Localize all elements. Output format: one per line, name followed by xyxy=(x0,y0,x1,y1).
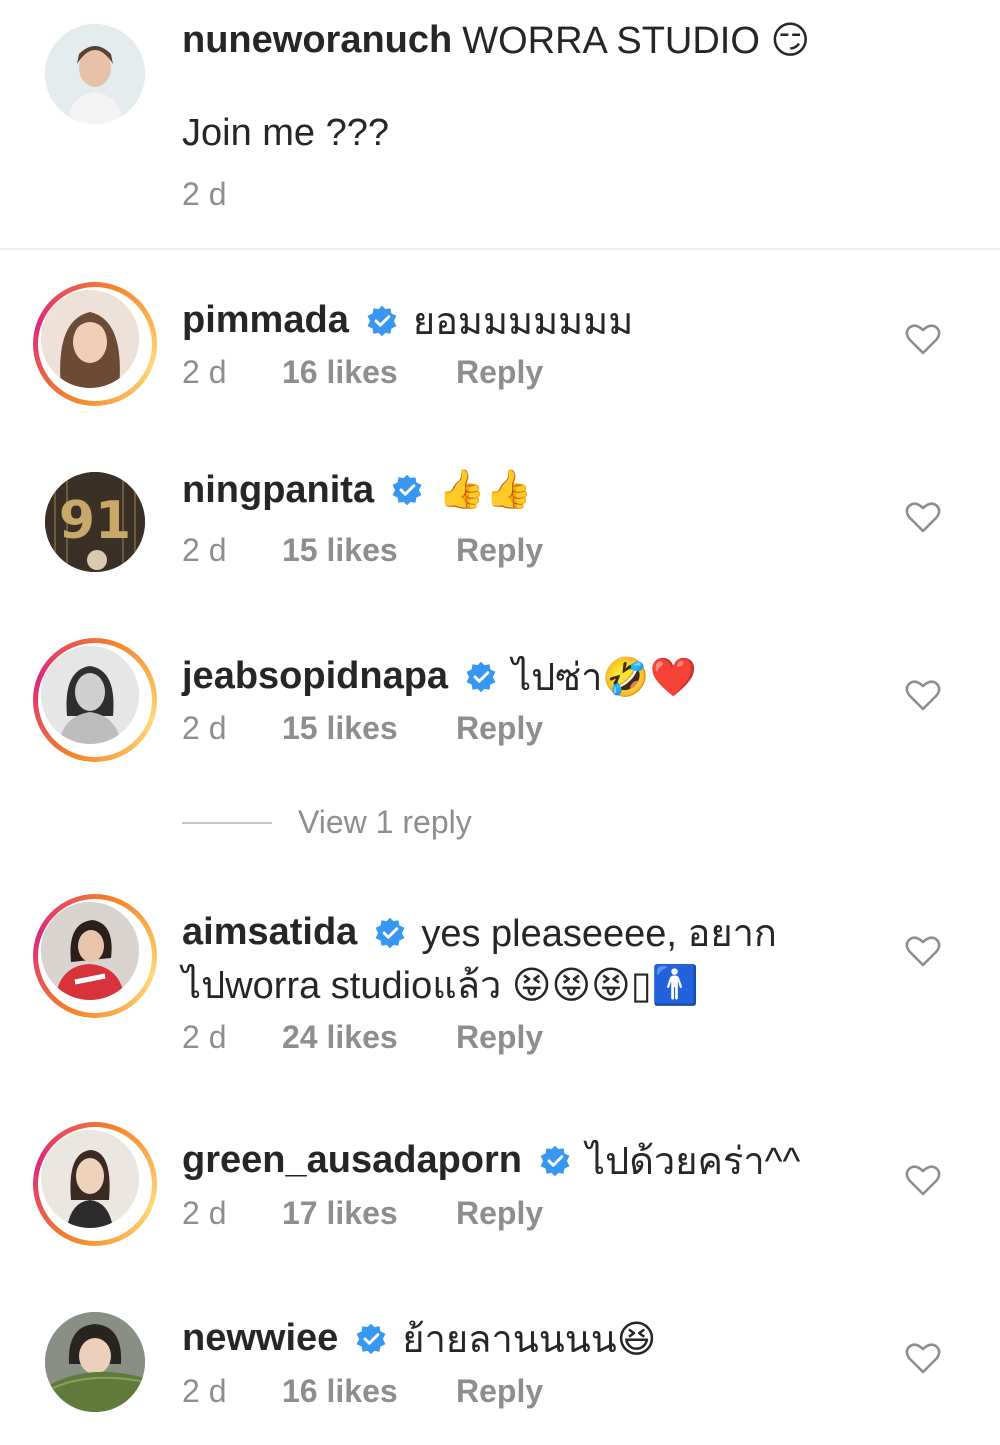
comment-line: green_ausadaporn ไปด้วยคร่า^^ xyxy=(182,1130,800,1191)
comment-time: 2 d xyxy=(182,1195,227,1231)
caption-line-2: Join me ??? xyxy=(182,112,389,155)
comment-time: 2 d xyxy=(182,1019,227,1055)
likes-count[interactable]: 24 likes xyxy=(282,1019,456,1056)
verified-badge-icon xyxy=(392,474,422,506)
comment-username[interactable]: pimmada xyxy=(182,299,349,342)
comment-time: 2 d xyxy=(182,710,227,746)
avatar[interactable] xyxy=(33,638,157,762)
reply-button[interactable]: Reply xyxy=(456,1195,543,1232)
comment-meta: 2 d 17 likes Reply xyxy=(182,1195,543,1232)
divider xyxy=(0,248,1000,250)
comment-text: ยอมมมมมมม xyxy=(412,301,634,343)
reply-button[interactable]: Reply xyxy=(456,532,543,569)
comment-meta: 2 d 15 likes Reply xyxy=(182,532,543,569)
caption-line: nuneworanuch WORRA STUDIO 😏 xyxy=(182,18,810,63)
verified-badge-icon xyxy=(356,1323,386,1354)
avatar[interactable] xyxy=(33,282,157,406)
likes-count[interactable]: 15 likes xyxy=(282,710,456,747)
avatar-photo xyxy=(41,1130,139,1228)
comment-text: 👍👍 xyxy=(438,469,533,511)
reply-button[interactable]: Reply xyxy=(456,710,543,747)
reply-button[interactable]: Reply xyxy=(456,1019,543,1056)
verified-badge-icon xyxy=(367,305,397,336)
likes-count[interactable]: 17 likes xyxy=(282,1195,456,1232)
comment-meta: 2 d 16 likes Reply xyxy=(182,354,543,391)
verified-badge-icon xyxy=(466,661,496,692)
avatar[interactable] xyxy=(33,1122,157,1246)
comment-line: jeabsopidnapa ไปซ่า🤣❤️ xyxy=(182,646,697,707)
avatar-photo xyxy=(41,290,139,388)
comment-text: ย้ายลานนนน😆 xyxy=(402,1319,657,1361)
caption-text-2: Join me ??? xyxy=(182,112,390,154)
likes-count[interactable]: 16 likes xyxy=(282,1373,456,1410)
heart-outline-icon[interactable] xyxy=(905,935,941,967)
comment-meta: 2 d 16 likes Reply xyxy=(182,1373,543,1410)
caption-text: WORRA STUDIO 😏 xyxy=(462,20,811,62)
comment-username[interactable]: aimsatida xyxy=(182,911,357,954)
comment-text-2: ไปworra studioแล้ว 😝😝😝▯🚹 xyxy=(182,965,699,1007)
svg-text:91: 91 xyxy=(59,491,131,551)
comment-text: ไปด้วยคร่า^^ xyxy=(586,1141,801,1183)
likes-count[interactable]: 16 likes xyxy=(282,354,456,391)
comment-meta: 2 d 15 likes Reply xyxy=(182,710,543,747)
avatar-photo xyxy=(41,646,139,744)
verified-badge-icon xyxy=(375,917,405,948)
avatar[interactable] xyxy=(45,1312,145,1412)
avatar[interactable] xyxy=(33,894,157,1018)
reply-button[interactable]: Reply xyxy=(456,354,543,391)
comment-time: 2 d xyxy=(182,354,227,390)
comment-time: 2 d xyxy=(182,532,227,568)
caption-meta: 2 d xyxy=(182,176,226,213)
comment-username[interactable]: newwiee xyxy=(182,1317,338,1360)
comment-meta: 2 d 24 likes Reply xyxy=(182,1019,543,1056)
avatar-photo xyxy=(45,24,145,124)
comment-text: ไปซ่า🤣❤️ xyxy=(512,657,698,699)
heart-outline-icon[interactable] xyxy=(905,1342,941,1374)
view-replies-line xyxy=(182,822,272,824)
comment-username[interactable]: green_ausadaporn xyxy=(182,1139,522,1182)
caption-time: 2 d xyxy=(182,176,227,212)
comment-line: pimmada ยอมมมมมมม xyxy=(182,290,633,351)
comment-line-2: ไปworra studioแล้ว 😝😝😝▯🚹 xyxy=(182,954,699,1015)
comment-username[interactable]: jeabsopidnapa xyxy=(182,655,448,698)
likes-count[interactable]: 15 likes xyxy=(282,532,456,569)
comment-time: 2 d xyxy=(182,1373,227,1409)
heart-outline-icon[interactable] xyxy=(905,501,941,533)
caption-username[interactable]: nuneworanuch xyxy=(182,19,452,62)
heart-outline-icon[interactable] xyxy=(905,323,941,355)
reply-button[interactable]: Reply xyxy=(456,1373,543,1410)
avatar[interactable]: 91 xyxy=(45,472,145,572)
verified-badge-icon xyxy=(540,1145,570,1176)
view-replies-button[interactable]: View 1 reply xyxy=(298,804,472,841)
avatar-photo: 91 xyxy=(45,472,145,572)
comment-line: ningpanita 👍👍 xyxy=(182,468,533,512)
avatar[interactable] xyxy=(45,24,145,124)
avatar-photo xyxy=(41,902,139,1000)
comment-line: newwiee ย้ายลานนนน😆 xyxy=(182,1308,656,1369)
heart-outline-icon[interactable] xyxy=(905,1164,941,1196)
heart-outline-icon[interactable] xyxy=(905,679,941,711)
comment-username[interactable]: ningpanita xyxy=(182,469,374,512)
avatar-photo xyxy=(45,1312,145,1412)
